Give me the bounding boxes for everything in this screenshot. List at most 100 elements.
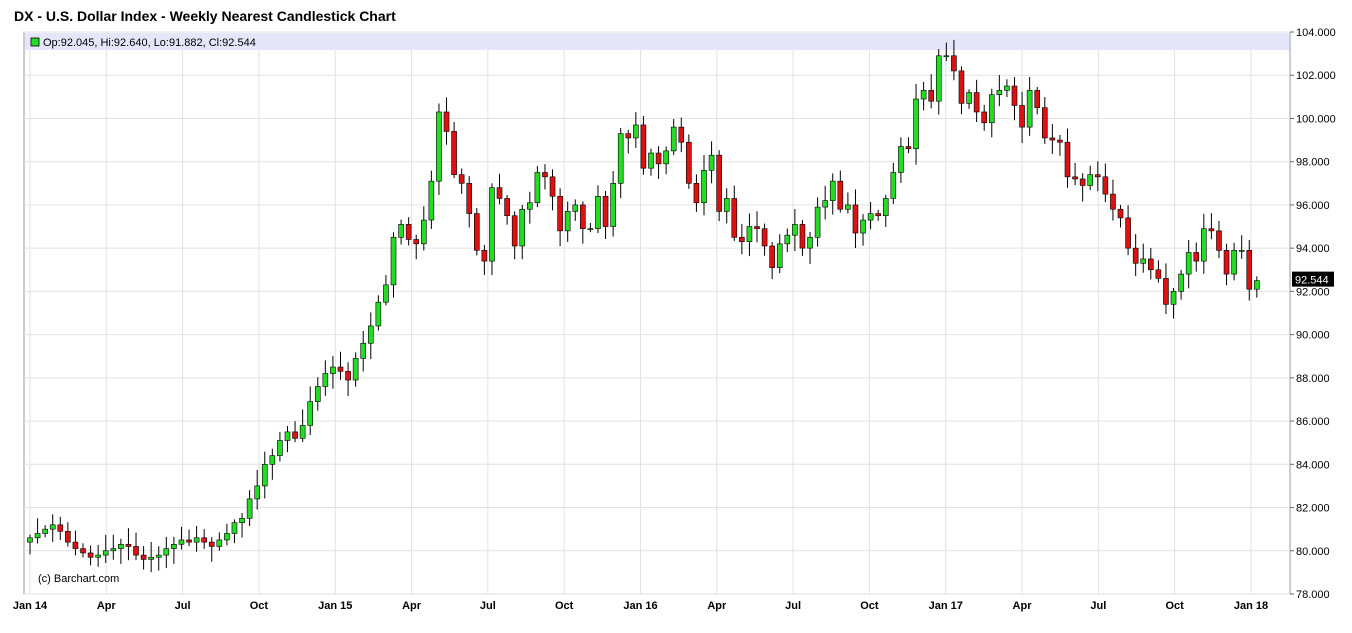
candle-body-up: [663, 150, 669, 165]
candle-body-down: [625, 133, 632, 139]
candle-body-up: [996, 90, 1003, 95]
candle-body-down: [292, 431, 298, 439]
plot-area: [23, 31, 1291, 595]
candle-body-up: [42, 528, 48, 534]
candle-body-down: [474, 213, 480, 251]
candle-body-down: [1208, 228, 1215, 232]
candle-body-up: [49, 524, 56, 530]
candle: [489, 183, 495, 276]
candle-body-up: [610, 183, 616, 227]
candle-body-up: [420, 219, 427, 245]
candlestick-chart: Op:92.045, Hi:92.640, Lo:91.882, Cl:92.5…: [13, 27, 1336, 612]
candle-body-up: [102, 550, 109, 556]
x-tick-label: Jul: [175, 600, 191, 612]
candle-body-up: [913, 98, 919, 150]
candle-body-up: [27, 537, 33, 543]
candle-body-up: [284, 431, 291, 441]
candle-body-down: [481, 250, 488, 262]
candle-body-up: [648, 152, 654, 169]
candle-body-down: [678, 126, 685, 143]
candle-body-up: [617, 133, 624, 184]
candle-body-up: [1178, 273, 1184, 292]
candle-body-down: [1057, 139, 1063, 143]
candle-body-down: [133, 546, 139, 556]
candle-body-down: [875, 213, 881, 217]
candle: [436, 103, 442, 195]
candle-body-up: [701, 170, 707, 204]
candle-body-down: [602, 195, 609, 227]
last-price-marker: 92.544: [1292, 271, 1334, 287]
watermark: (c) Barchart.com: [38, 573, 119, 585]
candle-body-down: [761, 228, 768, 247]
candle-body-up: [595, 195, 601, 229]
candle-body-down: [405, 224, 412, 240]
x-tick-label: Oct: [860, 600, 879, 612]
candle-body-down: [1110, 193, 1116, 210]
candle-body-up: [34, 533, 41, 539]
y-tick-label: 96.000: [1296, 200, 1330, 212]
candle-body-down: [693, 183, 700, 204]
candle-body-down: [337, 366, 344, 372]
candle-body-down: [208, 541, 215, 547]
candle-body-down: [466, 183, 473, 214]
candle-body-down: [557, 195, 563, 232]
y-tick-label: 82.000: [1296, 503, 1330, 515]
candle-body-up: [269, 455, 276, 465]
candle-body-down: [1034, 90, 1041, 108]
x-tick-label: Jan 16: [623, 600, 657, 612]
candle-body-down: [769, 245, 775, 268]
y-tick-label: 102.000: [1296, 70, 1336, 82]
candle-body-down: [852, 204, 859, 234]
candle-body-down: [1049, 137, 1056, 141]
candle-body-down: [1094, 174, 1101, 178]
y-tick-label: 104.000: [1296, 27, 1336, 39]
candle-body-up: [155, 554, 162, 558]
candle-body-up: [277, 440, 283, 456]
last-price-label: 92.544: [1295, 275, 1329, 287]
y-tick-label: 92.000: [1296, 286, 1330, 298]
candle-body-down: [640, 124, 647, 169]
candle-body-up: [95, 554, 101, 558]
candle-body-up: [428, 180, 435, 221]
x-tick-label: Apr: [97, 600, 117, 612]
candle-body-down: [1072, 176, 1078, 180]
x-tick-label: Oct: [1165, 600, 1184, 612]
candle-body-up: [898, 146, 904, 173]
y-tick-label: 90.000: [1296, 330, 1330, 342]
candle-body-down: [686, 141, 692, 184]
y-tick-label: 88.000: [1296, 373, 1330, 385]
candle-body-down: [1011, 85, 1018, 106]
candle-body-up: [988, 94, 995, 124]
candle-body-up: [352, 358, 359, 381]
candle-body-down: [511, 215, 518, 247]
candle-body-up: [367, 325, 374, 344]
legend-swatch: [30, 37, 40, 47]
candle: [474, 208, 480, 256]
candle-body-up: [231, 522, 238, 534]
candle-body-down: [458, 174, 465, 184]
candle-body-up: [239, 518, 245, 523]
x-tick-label: Jul: [480, 600, 496, 612]
candle-body-up: [163, 548, 170, 556]
candle-body-down: [413, 239, 420, 245]
candle-body-up: [587, 228, 594, 230]
candle-body-up: [307, 401, 314, 426]
candle-body-up: [436, 111, 442, 182]
candle-body-down: [981, 111, 988, 124]
candle-body-down: [716, 154, 722, 212]
x-tick-label: Jan 15: [318, 600, 352, 612]
x-tick-label: Apr: [402, 600, 422, 612]
candle-body-down: [443, 111, 450, 132]
candle-body-up: [867, 213, 874, 221]
candle-body-down: [125, 543, 132, 547]
candle-body-up: [633, 124, 639, 139]
candle-body-up: [1087, 174, 1094, 186]
candle-body-up: [148, 556, 154, 560]
candle-body-up: [845, 204, 851, 210]
candle-body-down: [1193, 252, 1200, 262]
candle-body-up: [375, 301, 382, 327]
candle-body-down: [799, 224, 806, 249]
candle: [686, 134, 692, 189]
candle-body-down: [1246, 250, 1253, 290]
candle-body-up: [534, 172, 541, 204]
